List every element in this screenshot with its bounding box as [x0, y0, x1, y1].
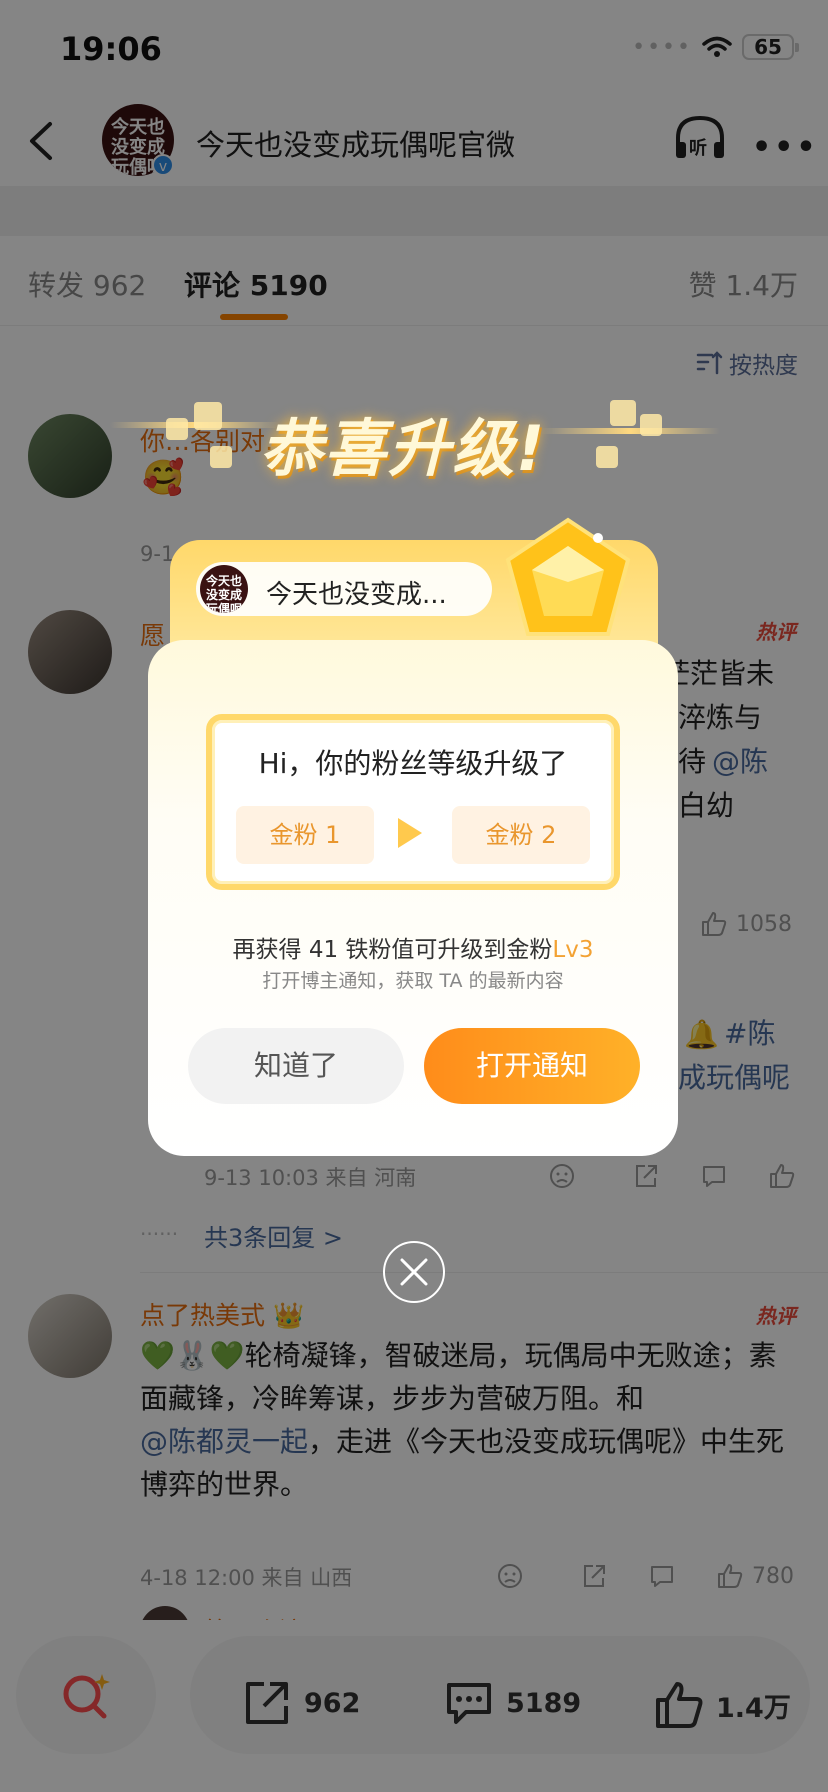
level-heading: Hi，你的粉丝等级升级了 — [258, 747, 568, 780]
sparkle-decoration — [640, 414, 662, 436]
level-up-dialog: Hi，你的粉丝等级升级了 金粉 1 金粉 2 再获得 41 铁粉值可升级到金粉L… — [148, 640, 678, 1156]
account-name: 今天也没变成... — [266, 580, 447, 610]
account-name-pill: 今天也没变成玩偶呢 今天也没变成... — [196, 562, 492, 616]
close-icon — [400, 1258, 428, 1286]
sparkle-decoration — [210, 446, 232, 468]
level-box: Hi，你的粉丝等级升级了 金粉 1 金粉 2 — [206, 714, 620, 890]
got-it-button[interactable]: 知道了 — [188, 1028, 404, 1104]
arrow-right-icon — [398, 818, 422, 848]
sparkle-decoration — [540, 428, 720, 434]
avatar-logo-text: 今天也没变成玩偶呢 — [205, 574, 242, 613]
sparkle-decoration — [596, 446, 618, 468]
sparkle-decoration — [194, 402, 222, 430]
notify-hint: 打开博主通知，获取 TA 的最新内容 — [262, 970, 564, 992]
from-level-badge: 金粉 1 — [236, 806, 374, 864]
sparkle-decoration — [610, 400, 636, 426]
close-button[interactable] — [383, 1241, 445, 1303]
enable-notification-button[interactable]: 打开通知 — [424, 1028, 640, 1104]
to-level-badge: 金粉 2 — [452, 806, 590, 864]
upgrade-hint: 再获得 41 铁粉值可升级到金粉Lv3 — [232, 937, 594, 963]
sparkle-decoration — [166, 418, 188, 440]
gem-icon — [505, 517, 631, 636]
congrats-title: 恭喜升级! — [260, 412, 547, 485]
account-avatar: 今天也没变成玩偶呢 — [200, 565, 248, 613]
